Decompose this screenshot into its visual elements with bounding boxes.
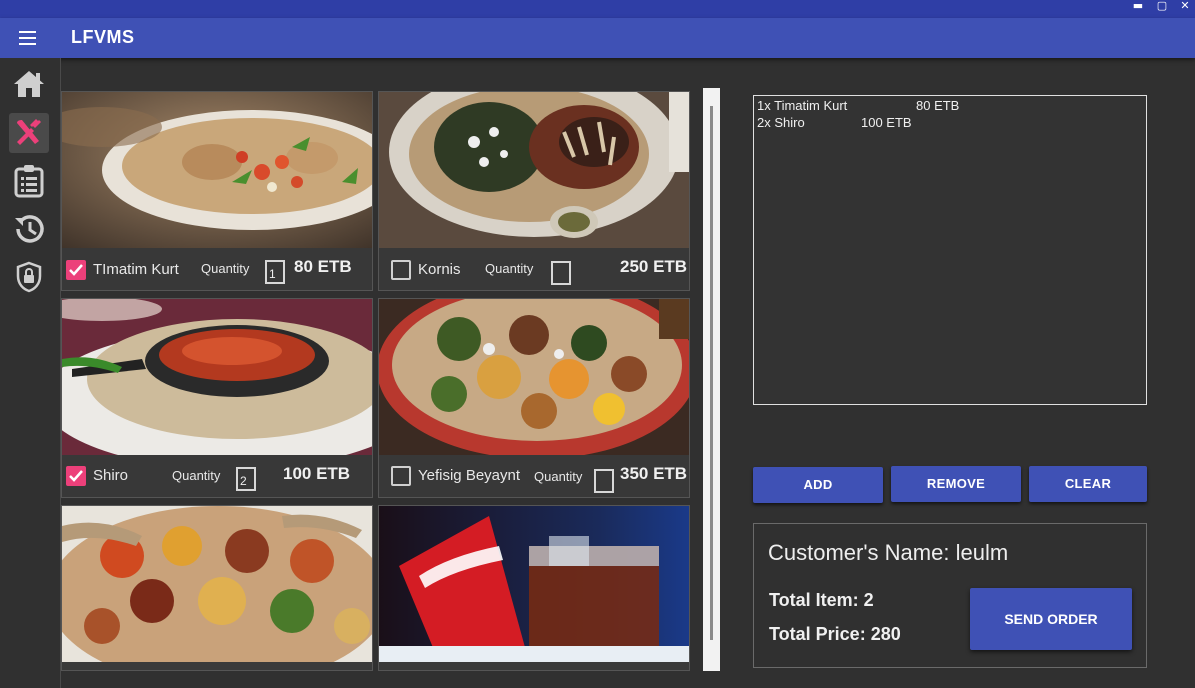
dish-price: 100 ETB bbox=[283, 464, 351, 483]
menu-card-timatim-kurt: TImatim Kurt Quantity 1 80 ETB bbox=[61, 91, 373, 291]
quantity-label: Quantity bbox=[485, 261, 534, 276]
menu-scrollbar[interactable] bbox=[703, 88, 720, 671]
order-list[interactable]: 1x Timatim Kurt 80 ETB 2x Shiro 100 ETB bbox=[753, 95, 1147, 405]
sidebar-item-menu[interactable] bbox=[9, 113, 49, 153]
order-summary-panel: Customer's Name: leulm Total Item: 2 Tot… bbox=[753, 523, 1147, 668]
minimize-button[interactable]: ▬ bbox=[1131, 0, 1145, 14]
menu-card-footer: Kornis Quantity 250 ETB bbox=[379, 248, 689, 290]
scrollbar-thumb[interactable] bbox=[710, 106, 713, 640]
order-item: 2x Shiro bbox=[757, 115, 805, 130]
remove-button[interactable]: REMOVE bbox=[891, 466, 1021, 502]
quantity-input[interactable] bbox=[551, 261, 571, 285]
quantity-label: Quantity bbox=[172, 468, 221, 483]
utensils-icon bbox=[17, 119, 41, 145]
sidebar-item-orders[interactable] bbox=[9, 161, 49, 201]
menu-card-footer: Yefisig Beyaynt Quantity 350 ETB bbox=[379, 455, 689, 497]
menu-card-shiro: Shiro Quantity 2 100 ETB bbox=[61, 298, 373, 498]
dish-price: 250 ETB bbox=[620, 257, 688, 276]
shiro-photo bbox=[62, 299, 372, 455]
select-checkbox[interactable] bbox=[66, 260, 86, 280]
check-icon bbox=[69, 264, 83, 276]
app-title: LFVMS bbox=[71, 27, 135, 47]
customer-name: Customer's Name: leulm bbox=[768, 540, 1009, 565]
home-icon bbox=[14, 71, 44, 97]
order-line[interactable]: 2x Shiro 100 ETB bbox=[757, 115, 1143, 132]
menu-card-footer: TImatim Kurt Quantity 1 80 ETB bbox=[62, 248, 372, 290]
menu-card-yefisig-beyaynt: Yefisig Beyaynt Quantity 350 ETB bbox=[378, 298, 690, 498]
order-price: 80 ETB bbox=[916, 98, 960, 113]
sidebar-item-home[interactable] bbox=[9, 64, 49, 104]
order-price: 100 ETB bbox=[861, 115, 912, 130]
beyaynetu-platter-photo bbox=[62, 506, 372, 662]
app-bar: LFVMS bbox=[0, 18, 1195, 58]
check-icon bbox=[69, 470, 83, 482]
timatim-kurt-photo bbox=[62, 92, 372, 248]
kornis-photo bbox=[379, 92, 689, 248]
dish-price: 80 ETB bbox=[294, 257, 352, 276]
quantity-label: Quantity bbox=[534, 469, 583, 484]
quantity-label: Quantity bbox=[201, 261, 250, 276]
menu-card-platter bbox=[61, 505, 373, 671]
total-items: Total Item: 2 bbox=[769, 590, 874, 610]
dish-name: Yefisig Beyaynt bbox=[418, 467, 521, 484]
sidebar-item-history[interactable] bbox=[9, 209, 49, 249]
select-checkbox[interactable] bbox=[66, 466, 86, 486]
dish-name: Shiro bbox=[93, 467, 129, 484]
sidebar-nav bbox=[0, 58, 61, 688]
select-checkbox[interactable] bbox=[391, 466, 411, 486]
menu-card-coca-cola bbox=[378, 505, 690, 671]
dish-name: Kornis bbox=[418, 261, 461, 278]
total-price: Total Price: 280 bbox=[769, 624, 901, 644]
coca-cola-photo bbox=[379, 506, 689, 662]
dish-price: 350 ETB bbox=[620, 464, 688, 483]
order-item: 1x Timatim Kurt bbox=[757, 98, 848, 113]
menu-card-kornis: Kornis Quantity 250 ETB bbox=[378, 91, 690, 291]
yefisig-beyaynt-photo bbox=[379, 299, 689, 455]
sidebar-item-security[interactable] bbox=[9, 257, 49, 297]
maximize-button[interactable]: ▢ bbox=[1155, 0, 1169, 14]
clear-button[interactable]: CLEAR bbox=[1029, 466, 1147, 502]
menu-card-footer: Shiro Quantity 2 100 ETB bbox=[62, 455, 372, 497]
quantity-input[interactable]: 1 bbox=[265, 260, 285, 284]
dish-name: TImatim Kurt bbox=[93, 261, 179, 278]
order-line[interactable]: 1x Timatim Kurt 80 ETB bbox=[757, 98, 1143, 115]
close-button[interactable]: ✕ bbox=[1178, 0, 1192, 14]
add-button[interactable]: ADD bbox=[753, 467, 883, 503]
history-icon bbox=[15, 215, 44, 243]
hamburger-menu-icon[interactable] bbox=[16, 28, 38, 48]
send-order-button[interactable]: SEND ORDER bbox=[970, 588, 1132, 650]
clipboard-list-icon bbox=[14, 165, 44, 198]
quantity-input[interactable]: 2 bbox=[236, 467, 256, 491]
quantity-input[interactable] bbox=[594, 469, 614, 493]
shield-lock-icon bbox=[16, 261, 42, 293]
window-title-bar: ▬ ▢ ✕ bbox=[0, 0, 1195, 18]
select-checkbox[interactable] bbox=[391, 260, 411, 280]
